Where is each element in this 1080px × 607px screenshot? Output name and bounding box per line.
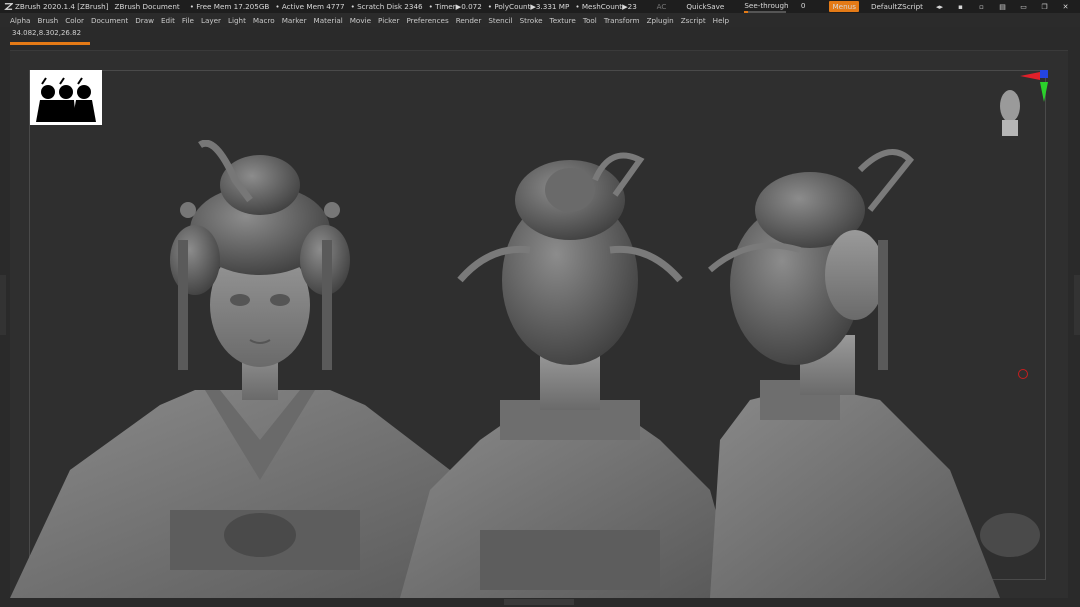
menus-button[interactable]: Menus (829, 1, 859, 12)
axis-x-arrow (1020, 72, 1040, 80)
see-through-slider[interactable]: See-through 0 (744, 1, 811, 13)
menu-zplugin[interactable]: Zplugin (647, 16, 674, 25)
menu-light[interactable]: Light (228, 16, 246, 25)
active-mem: • Active Mem 4777 (275, 2, 345, 11)
left-tray-handle[interactable] (0, 275, 6, 335)
bust-three-quarter-view (708, 149, 1040, 598)
menu-preferences[interactable]: Preferences (406, 16, 448, 25)
axis-z-marker (1040, 70, 1048, 78)
see-through-value: 0 (800, 1, 806, 10)
menu-picker[interactable]: Picker (378, 16, 399, 25)
menu-layer[interactable]: Layer (201, 16, 221, 25)
zbrush-logo-icon[interactable] (3, 2, 13, 12)
menu-document[interactable]: Document (91, 16, 128, 25)
scratch-disk: • Scratch Disk 2346 (350, 2, 423, 11)
menu-marker[interactable]: Marker (282, 16, 307, 25)
timer: • Timer▶0.072 (428, 2, 482, 11)
menu-edit[interactable]: Edit (161, 16, 175, 25)
menu-texture[interactable]: Texture (550, 16, 576, 25)
coordinates-accent-bar (10, 42, 90, 45)
bottom-tray-handle[interactable] (504, 599, 574, 605)
brush-cursor (1018, 369, 1028, 379)
menu-stroke[interactable]: Stroke (520, 16, 543, 25)
menu-zscript[interactable]: Zscript (681, 16, 706, 25)
bust-back-view (400, 152, 740, 598)
meshcount: • MeshCount▶23 (575, 2, 637, 11)
layout-icon[interactable]: ▫ (977, 2, 986, 11)
polycount: • PolyCount▶3.331 MP (487, 2, 570, 11)
default-zscript-button[interactable]: DefaultZScript (871, 2, 923, 11)
axis-y-arrow (1040, 82, 1048, 102)
menu-alpha[interactable]: Alpha (10, 16, 30, 25)
menu-movie[interactable]: Movie (350, 16, 371, 25)
menu-brush[interactable]: Brush (37, 16, 58, 25)
title-bar: ZBrush 2020.1.4 [ZBrush] ZBrush Document… (0, 0, 1080, 13)
window-close-icon[interactable]: ✕ (1061, 2, 1070, 11)
sculpt-render[interactable] (10, 140, 1068, 598)
menu-transform[interactable]: Transform (604, 16, 640, 25)
menu-draw[interactable]: Draw (135, 16, 154, 25)
window-minimize-icon[interactable]: ▭ (1019, 2, 1028, 11)
document-title: ZBrush Document (114, 2, 180, 11)
cursor-coordinates: 34.082,8.302,26.82 (12, 29, 82, 37)
menu-macro[interactable]: Macro (253, 16, 275, 25)
free-mem: • Free Mem 17.205GB (189, 2, 270, 11)
document-thumbnail (30, 70, 102, 125)
navigation-gizmo[interactable] (990, 68, 1056, 140)
menu-color[interactable]: Color (65, 16, 84, 25)
menu-render[interactable]: Render (456, 16, 482, 25)
app-title: ZBrush 2020.1.4 [ZBrush] (15, 2, 109, 11)
lock-icon[interactable]: ▪ (956, 2, 965, 11)
menu-tool[interactable]: Tool (583, 16, 597, 25)
ac-label: AC (656, 2, 667, 11)
right-tray-handle[interactable] (1074, 275, 1080, 335)
arrows-icon[interactable]: ◂▸ (935, 2, 944, 11)
see-through-label: See-through (744, 1, 789, 10)
quicksave-button[interactable]: QuickSave (686, 2, 724, 11)
head-orientation-icon (1000, 90, 1020, 136)
menu-stencil[interactable]: Stencil (488, 16, 512, 25)
menu-bar: Alpha Brush Color Document Draw Edit Fil… (0, 13, 1080, 27)
window-restore-icon[interactable]: ❐ (1040, 2, 1049, 11)
layout-alt-icon[interactable]: ▤ (998, 2, 1007, 11)
menu-file[interactable]: File (182, 16, 194, 25)
menu-help[interactable]: Help (713, 16, 729, 25)
menu-material[interactable]: Material (314, 16, 343, 25)
